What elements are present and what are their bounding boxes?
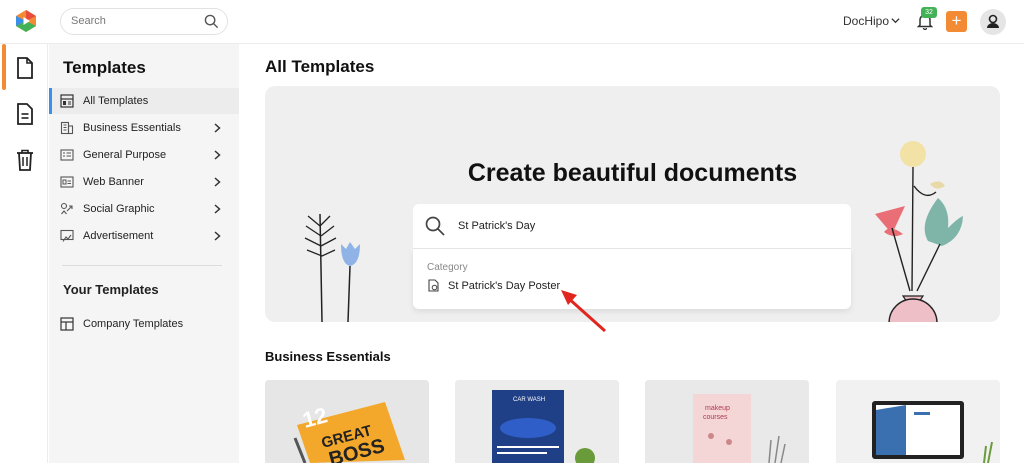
sidebar-divider [62, 265, 222, 266]
suggestion-item-st-patricks-day-poster[interactable]: St Patrick's Day Poster [448, 280, 560, 292]
svg-text:CAR WASH: CAR WASH [513, 397, 545, 403]
social-icon [60, 202, 73, 215]
template-thumbnail [836, 380, 1000, 463]
user-avatar-button[interactable] [980, 9, 1006, 35]
template-search-input[interactable]: St Patrick's Day [413, 204, 851, 249]
sidebar-item-business-essentials[interactable]: Business Essentials [49, 115, 239, 141]
category-doc-icon [428, 279, 439, 292]
search-suggestions-dropdown: Category St Patrick's Day Poster [413, 249, 851, 309]
top-bar: Search DocHipo 32 + [0, 0, 1024, 44]
sidebar-item-label: General Purpose [83, 149, 167, 161]
sidebar-item-label: Company Templates [83, 318, 184, 330]
template-thumbnail: CAR WASH [455, 380, 619, 463]
template-card[interactable] [836, 380, 1000, 463]
sidebar-title: Templates [63, 58, 146, 77]
page-title: All Templates [265, 57, 375, 76]
vase-illustration-right [875, 141, 963, 322]
search-query-value: St Patrick's Day [458, 220, 536, 232]
user-icon [987, 14, 999, 28]
sidebar-item-company-templates[interactable]: Company Templates [49, 311, 239, 337]
search-icon [425, 216, 445, 236]
sidebar-item-label: All Templates [83, 95, 149, 107]
template-card[interactable]: makeup courses [645, 380, 809, 463]
megaphone-icon [60, 229, 74, 242]
sidebar-item-social-graphic[interactable]: Social Graphic [49, 196, 239, 222]
sidebar-item-label: Advertisement [83, 230, 154, 242]
rail-active-indicator [2, 44, 6, 90]
chevron-right-icon [214, 150, 221, 160]
sidebar-item-label: Web Banner [83, 176, 144, 188]
chevron-right-icon [214, 123, 221, 133]
suggestion-category-heading: Category [427, 262, 468, 273]
list-icon [60, 149, 74, 161]
svg-text:courses: courses [703, 414, 728, 421]
company-template-icon [60, 317, 74, 331]
file-text-icon[interactable] [14, 102, 36, 126]
templates-sidebar: Templates All Templates Business Essenti… [49, 44, 239, 463]
svg-text:makeup: makeup [705, 405, 730, 412]
chevron-right-icon [214, 177, 221, 187]
layout-icon [60, 94, 74, 108]
create-new-button[interactable]: + [946, 11, 967, 32]
sidebar-item-label: Business Essentials [83, 122, 181, 134]
document-icon[interactable] [14, 56, 36, 80]
template-card[interactable]: CAR WASH [455, 380, 619, 463]
plant-illustration-left [304, 213, 360, 322]
hero-heading: Create beautiful documents [467, 159, 798, 187]
notification-badge: 32 [921, 7, 937, 18]
building-icon [60, 121, 74, 135]
template-thumbnail: 12 GREAT BOSS [265, 380, 429, 463]
trash-icon[interactable] [14, 148, 36, 172]
hero-banner: Create beautiful documents St Patrick's … [265, 86, 1000, 322]
dochipo-logo[interactable] [14, 9, 38, 33]
banner-icon [60, 176, 74, 188]
chevron-right-icon [214, 204, 221, 214]
search-input[interactable]: Search [60, 8, 228, 35]
section-heading-business-essentials: Business Essentials [265, 349, 391, 364]
sidebar-item-advertisement[interactable]: Advertisement [49, 223, 239, 249]
chevron-down-icon[interactable] [891, 16, 900, 25]
sidebar-item-all-templates[interactable]: All Templates [49, 88, 239, 114]
your-templates-heading: Your Templates [63, 282, 159, 297]
account-switcher-label[interactable]: DocHipo [843, 14, 889, 28]
sidebar-item-label: Social Graphic [83, 203, 155, 215]
chevron-right-icon [214, 231, 221, 241]
icon-rail [0, 44, 48, 463]
search-placeholder: Search [71, 15, 106, 27]
sidebar-item-general-purpose[interactable]: General Purpose [49, 142, 239, 168]
template-card[interactable]: 12 GREAT BOSS [265, 380, 429, 463]
red-arrow-annotation [561, 290, 607, 333]
sidebar-item-web-banner[interactable]: Web Banner [49, 169, 239, 195]
template-thumbnail: makeup courses [645, 380, 809, 463]
search-icon[interactable] [204, 14, 219, 29]
